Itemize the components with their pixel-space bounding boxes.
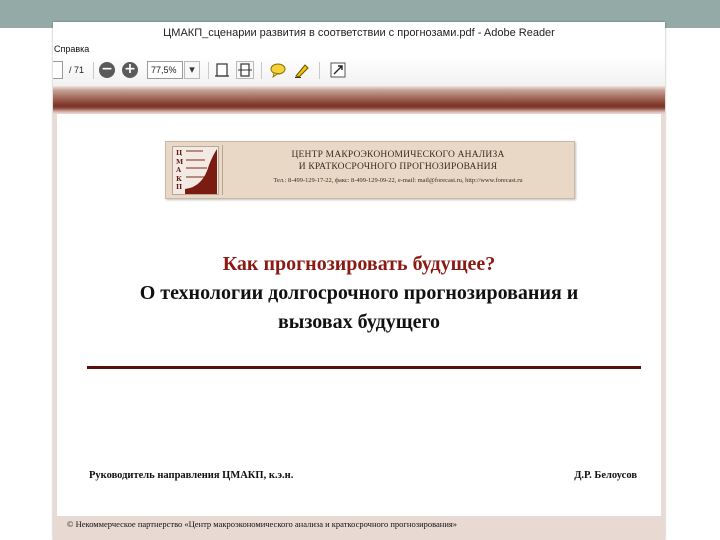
logo-letters: Ц М А К П bbox=[176, 149, 186, 192]
window-title: ЦМАКП_сценарии развития в соответствии с… bbox=[53, 22, 665, 42]
org-logo: Ц М А К П bbox=[172, 146, 219, 195]
logo-letter: Ц bbox=[176, 149, 183, 157]
zoom-in-button[interactable]: + bbox=[122, 62, 138, 78]
toolbar-separator bbox=[93, 62, 94, 79]
document-subtitle-line1: О технологии долгосрочного прогнозирован… bbox=[139, 282, 579, 304]
toolbar: / 71 − + 77,5% ▾ bbox=[53, 56, 665, 87]
document-subtitle-line2: вызовах будущего bbox=[277, 311, 441, 333]
expand-icon[interactable] bbox=[329, 61, 347, 79]
page-number-input[interactable] bbox=[53, 61, 63, 79]
logo-letter: П bbox=[176, 183, 183, 191]
zoom-dropdown-button[interactable]: ▾ bbox=[184, 61, 200, 79]
author-role: Руководитель направления ЦМАКП, к.э.н. bbox=[89, 470, 294, 481]
page-total-label: / 71 bbox=[69, 65, 85, 75]
page-footer: © Некоммерческое партнерство «Центр макр… bbox=[53, 516, 665, 540]
document-viewer[interactable]: Ц М А К П ЦЕНТР МАКРОЭКОНОМИЧЕСКОГО АНАЛ… bbox=[53, 86, 665, 540]
menu-bar: Справка bbox=[53, 42, 665, 56]
pdf-page: Ц М А К П ЦЕНТР МАКРОЭКОНОМИЧЕСКОГО АНАЛ… bbox=[57, 114, 661, 540]
fit-width-icon[interactable] bbox=[236, 61, 254, 79]
document-question-title: Как прогнозировать будущее? bbox=[222, 253, 496, 275]
comment-icon[interactable] bbox=[269, 61, 287, 79]
zoom-out-button[interactable]: − bbox=[99, 62, 115, 78]
logo-letter: М bbox=[176, 157, 184, 166]
title-underline-rule bbox=[87, 366, 641, 369]
highlight-pen-icon[interactable] bbox=[293, 61, 311, 79]
menu-item-help[interactable]: Справка bbox=[53, 44, 89, 54]
org-header-banner: Ц М А К П ЦЕНТР МАКРОЭКОНОМИЧЕСКОГО АНАЛ… bbox=[165, 141, 575, 199]
author-name: Д.Р. Белоусов bbox=[574, 470, 637, 481]
fit-page-icon[interactable] bbox=[213, 61, 231, 79]
banner-divider bbox=[222, 145, 223, 195]
toolbar-separator bbox=[208, 62, 209, 79]
logo-letter: К bbox=[176, 174, 182, 183]
zoom-level-input[interactable]: 77,5% bbox=[147, 61, 183, 79]
org-contacts: Тел.: 8-499-129-17-22, факс: 8-499-129-0… bbox=[273, 177, 523, 184]
footer-copyright: © Некоммерческое партнерство «Центр макр… bbox=[67, 519, 458, 529]
adobe-reader-window: ЦМАКП_сценарии развития в соответствии с… bbox=[53, 22, 665, 540]
logo-letter: А bbox=[176, 166, 182, 174]
toolbar-separator bbox=[261, 62, 262, 79]
org-name-line2: И КРАТКОСРОЧНОГО ПРОГНОЗИРОВАНИЯ bbox=[298, 162, 498, 172]
org-name-line1: ЦЕНТР МАКРОЭКОНОМИЧЕСКОГО АНАЛИЗА bbox=[291, 150, 505, 160]
toolbar-separator bbox=[319, 62, 320, 79]
